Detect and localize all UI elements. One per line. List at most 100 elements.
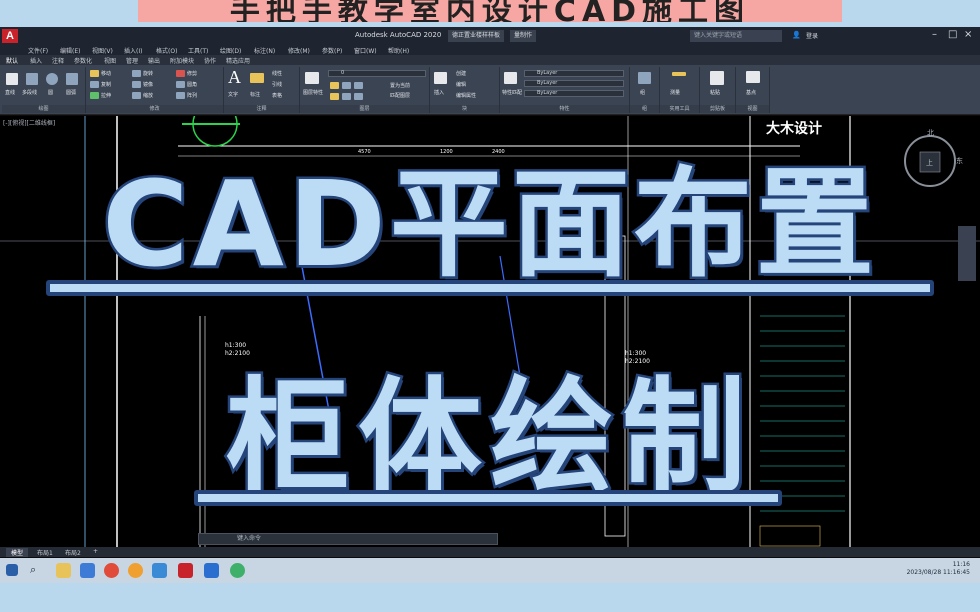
leader-label[interactable]: 引线 (272, 81, 282, 88)
tab-annotate[interactable]: 注释 (52, 56, 64, 65)
menu-draw[interactable]: 绘图(D) (220, 46, 241, 55)
layer-iso-icon[interactable] (330, 93, 339, 100)
overlay-title-line1: CAD平面布置 (100, 153, 878, 296)
tab-view[interactable]: 视图 (104, 56, 116, 65)
make-current-button[interactable]: 置为当前 (390, 82, 410, 89)
array-icon[interactable] (176, 92, 185, 99)
menu-help[interactable]: 帮助(H) (388, 46, 409, 55)
menu-window[interactable]: 窗口(W) (354, 46, 377, 55)
text-icon[interactable]: A (228, 67, 241, 88)
autocad-logo-icon[interactable]: A (2, 29, 18, 43)
tab-output[interactable]: 输出 (148, 56, 160, 65)
tab-layout1[interactable]: 布局1 (32, 548, 58, 557)
menu-edit[interactable]: 编辑(E) (60, 46, 80, 55)
edit-attr-button[interactable]: 编辑属性 (456, 92, 476, 99)
layer-dropdown[interactable]: 0 (328, 70, 426, 77)
tab-manage[interactable]: 管理 (126, 56, 138, 65)
dimension-label: 标注 (250, 92, 261, 98)
tab-collaborate[interactable]: 协作 (204, 56, 216, 65)
layer-off-icon[interactable] (342, 82, 351, 89)
app-icon-4[interactable] (230, 563, 245, 578)
add-layout-icon[interactable]: + (88, 548, 103, 555)
tab-insert[interactable]: 插入 (30, 56, 42, 65)
file-tab-2[interactable]: 量制作 (510, 30, 537, 42)
layer-merge-icon[interactable] (354, 93, 363, 100)
file-tab-1[interactable]: 德正置业楼样样板 (448, 30, 505, 42)
menu-dim[interactable]: 标注(N) (254, 46, 275, 55)
app-icon-1[interactable] (80, 563, 95, 578)
lineweight-dropdown[interactable]: ByLayer (524, 90, 624, 97)
paste-icon[interactable] (710, 71, 724, 85)
match-properties-icon[interactable] (504, 72, 517, 84)
arc-icon[interactable] (66, 73, 78, 85)
menu-param[interactable]: 参数(P) (322, 46, 342, 55)
measure-icon[interactable] (672, 72, 686, 76)
command-line-input[interactable]: 键入命令 (198, 533, 498, 545)
scale-icon[interactable] (132, 92, 141, 99)
autocad-taskbar-icon[interactable] (178, 563, 193, 578)
maximize-icon[interactable]: □ (948, 29, 957, 40)
search-input[interactable]: 键入关键字或短语 (690, 30, 782, 42)
layer-properties-icon[interactable] (305, 72, 319, 84)
match-layer-button[interactable]: 匹配图层 (390, 92, 410, 99)
trim-label: 修剪 (187, 71, 198, 77)
layer-lock-icon[interactable] (354, 82, 363, 89)
edit-block-button[interactable]: 编辑 (456, 81, 466, 88)
paste-label: 粘贴 (710, 90, 721, 96)
polyline-icon[interactable] (26, 73, 38, 85)
move-label: 移动 (101, 71, 112, 77)
minimize-icon[interactable]: – (932, 29, 937, 40)
text-label: 文字 (228, 92, 239, 98)
tab-model[interactable]: 模型 (6, 548, 29, 557)
base-view-icon[interactable] (746, 71, 760, 83)
group-icon[interactable] (638, 72, 651, 84)
linetype-dropdown[interactable]: ByLayer (524, 80, 624, 87)
user-icon[interactable]: 👤 (792, 31, 801, 39)
insert-block-icon[interactable] (434, 72, 447, 84)
rotate-icon[interactable] (132, 70, 141, 77)
menu-file[interactable]: 文件(F) (28, 46, 48, 55)
layer-walk-icon[interactable] (342, 93, 351, 100)
menu-insert[interactable]: 插入(I) (124, 46, 142, 55)
close-icon[interactable]: × (964, 29, 972, 40)
ribbon-tabs: 默认 插入 注释 参数化 视图 管理 输出 附加模块 协作 精选应用 (0, 55, 980, 66)
trim-icon[interactable] (176, 70, 185, 77)
circle-icon[interactable] (46, 73, 58, 85)
tab-layout2[interactable]: 布局2 (60, 548, 86, 557)
measure-label: 测量 (670, 90, 681, 96)
dimension-icon[interactable] (250, 73, 264, 83)
create-block-button[interactable]: 创建 (456, 70, 466, 77)
menu-modify[interactable]: 修改(M) (288, 46, 310, 55)
taskbar-clock[interactable]: 11:16 2023/08/28 11:16:45 (907, 561, 970, 577)
color-dropdown[interactable]: ByLayer (524, 70, 624, 77)
tab-parametric[interactable]: 参数化 (74, 56, 92, 65)
fillet-icon[interactable] (176, 81, 185, 88)
table-label[interactable]: 表格 (272, 92, 282, 99)
app-icon-2[interactable] (152, 563, 167, 578)
menu-view[interactable]: 视图(V) (92, 46, 113, 55)
copy-label: 复制 (101, 82, 112, 88)
status-bar: 模型 布局1 布局2 + (0, 547, 980, 557)
mirror-icon[interactable] (132, 81, 141, 88)
line-icon[interactable] (6, 73, 18, 85)
move-icon[interactable] (90, 70, 99, 77)
explorer-icon[interactable] (56, 563, 71, 578)
layer-freeze-icon[interactable] (330, 82, 339, 89)
menu-tools[interactable]: 工具(T) (188, 46, 208, 55)
viewport-controls[interactable]: [-][俯视][二维线框] (3, 118, 55, 127)
circle-label: 圆 (48, 90, 54, 96)
menu-format[interactable]: 格式(O) (156, 46, 177, 55)
taskbar-time: 11:16 (952, 561, 970, 568)
rotate-label: 旋转 (143, 71, 154, 77)
stretch-icon[interactable] (90, 92, 99, 99)
copy-icon[interactable] (90, 81, 99, 88)
chrome-icon[interactable] (104, 563, 119, 578)
search-icon[interactable]: ⌕ (30, 563, 45, 578)
sign-in-link[interactable]: 登录 (806, 31, 818, 40)
app-icon-3[interactable] (204, 563, 219, 578)
tab-featured[interactable]: 精选应用 (226, 56, 250, 65)
browser-icon[interactable] (128, 563, 143, 578)
tab-addins[interactable]: 附加模块 (170, 56, 194, 65)
start-icon[interactable] (6, 564, 18, 576)
linear-label[interactable]: 线性 (272, 70, 282, 77)
